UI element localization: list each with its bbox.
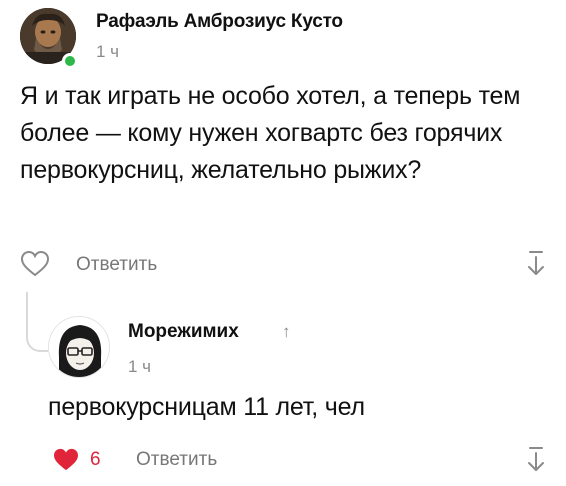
- reply-timestamp: 1 ч: [128, 357, 152, 376]
- reply-button[interactable]: Ответить: [76, 254, 157, 276]
- reply-like-button[interactable]: [52, 448, 80, 472]
- like-count: 6: [90, 449, 101, 470]
- like-button[interactable]: [20, 250, 50, 278]
- reply-text: первокурсницам 11 лет, чел: [48, 393, 365, 421]
- comment-author[interactable]: Рафаэль Амброзиус Кусто: [96, 11, 343, 33]
- online-status-indicator: [62, 53, 78, 69]
- heart-filled-icon: [54, 448, 78, 471]
- avatar-image: [49, 317, 109, 377]
- comment-text: Я и так играть не особо хотел, а теперь …: [20, 82, 521, 184]
- collapse-thread-icon: [528, 447, 544, 471]
- reply-author-avatar[interactable]: [48, 316, 110, 378]
- thread-connector: [26, 292, 48, 352]
- comment-timestamp: 1 ч: [96, 42, 120, 61]
- reply-to-arrow-icon[interactable]: ↑: [282, 322, 291, 342]
- collapse-thread-button[interactable]: [524, 250, 548, 278]
- collapse-thread-icon: [528, 251, 544, 275]
- reply-author[interactable]: Морежимих: [128, 321, 239, 343]
- collapse-thread-button[interactable]: [524, 446, 548, 474]
- reply-button[interactable]: Ответить: [136, 449, 217, 471]
- heart-outline-icon: [20, 250, 50, 277]
